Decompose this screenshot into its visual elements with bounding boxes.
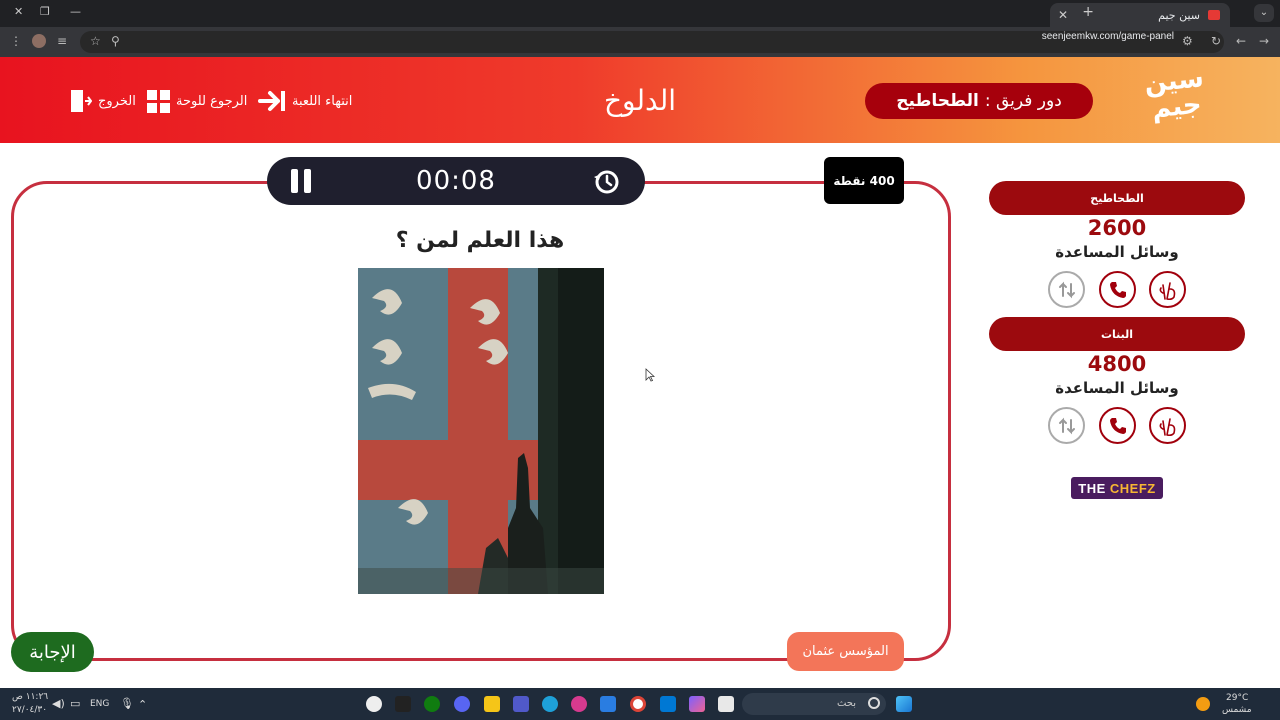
reading-list-icon[interactable]: ≡ bbox=[57, 34, 67, 48]
tab-title: سين جيم bbox=[1158, 8, 1200, 22]
edge-icon[interactable] bbox=[542, 696, 558, 712]
sponsor-logo: THE CHEFZ bbox=[1071, 477, 1163, 499]
music-icon[interactable] bbox=[571, 696, 587, 712]
password-key-icon[interactable]: ⚲ bbox=[111, 34, 120, 48]
network-icon[interactable]: ▭ bbox=[70, 697, 80, 710]
timer-value: 00:08 bbox=[416, 166, 496, 196]
url-text[interactable]: seenjeemkw.com/game-panel bbox=[1042, 31, 1174, 42]
browser-tab[interactable]: سين جيم ✕ bbox=[1050, 3, 1230, 27]
xbox-icon[interactable] bbox=[424, 696, 440, 712]
browser-menu-icon[interactable]: ⋮ bbox=[10, 34, 22, 48]
back-to-board-button[interactable]: الرجوع للوحة bbox=[147, 88, 247, 114]
timer-bar: 00:08 bbox=[267, 157, 645, 205]
reload-icon[interactable]: ↻ bbox=[1211, 34, 1221, 48]
back-to-board-label: الرجوع للوحة bbox=[176, 93, 248, 109]
turn-indicator: دور فريق : الطحاطيح bbox=[865, 83, 1093, 119]
volume-icon[interactable]: ◀) bbox=[52, 697, 65, 710]
flag-photo bbox=[358, 268, 604, 594]
teams-icon[interactable] bbox=[513, 696, 529, 712]
team-1-score: 2600 bbox=[1087, 216, 1147, 240]
team-1-aids-label: وسائل المساعدة bbox=[1055, 243, 1179, 261]
bookmark-star-icon[interactable]: ☆ bbox=[90, 34, 101, 48]
end-game-button[interactable]: انتهاء اللعبة bbox=[258, 88, 352, 114]
mouse-cursor-icon bbox=[645, 368, 655, 382]
category-title: الدلوخ bbox=[603, 84, 677, 117]
grid-icon bbox=[147, 89, 170, 113]
team-2-score: 4800 bbox=[1087, 352, 1147, 376]
team-2-aids-label: وسائل المساعدة bbox=[1055, 379, 1179, 397]
end-game-label: انتهاء اللعبة bbox=[292, 93, 353, 109]
question-image bbox=[358, 268, 604, 594]
discord-icon[interactable] bbox=[454, 696, 470, 712]
exit-label: الخروج bbox=[98, 93, 136, 109]
weather-sun-icon[interactable] bbox=[1196, 697, 1210, 711]
back-arrow-icon[interactable]: ← bbox=[1236, 34, 1246, 48]
clock-date[interactable]: ٢٧/٠٤/٣٠ bbox=[12, 705, 47, 715]
search-placeholder: بحث bbox=[836, 698, 856, 709]
site-settings-icon[interactable]: ⚙ bbox=[1182, 34, 1193, 48]
points-badge: 400 نقطة bbox=[824, 157, 904, 204]
store-icon[interactable] bbox=[600, 696, 616, 712]
chrome-icon[interactable] bbox=[630, 696, 646, 712]
folder-icon[interactable] bbox=[484, 696, 500, 712]
exit-arrow-icon bbox=[258, 91, 285, 111]
window-minimize-icon[interactable]: — bbox=[70, 5, 81, 18]
two-answers-icon[interactable] bbox=[1149, 407, 1186, 444]
file-explorer-icon[interactable] bbox=[718, 696, 734, 712]
sponsor-text-b: CHEFZ bbox=[1109, 480, 1156, 496]
team-1-name: الطحاطيح bbox=[989, 181, 1245, 215]
close-tab-icon[interactable]: ✕ bbox=[1058, 8, 1068, 22]
door-exit-icon bbox=[71, 90, 92, 112]
site-favicon-icon bbox=[1208, 10, 1220, 20]
reset-timer-icon[interactable] bbox=[593, 168, 621, 196]
phone-icon[interactable] bbox=[1099, 407, 1136, 444]
turn-team-name: الطحاطيح bbox=[896, 91, 979, 111]
answer-button[interactable]: الإجابة bbox=[11, 632, 94, 672]
weather-temp[interactable]: 29°C bbox=[1226, 693, 1248, 703]
browser-tab-bar: ⌄ سين جيم ✕ + ✕ ❐ — bbox=[0, 0, 1280, 27]
new-tab-icon[interactable]: + bbox=[1082, 4, 1094, 20]
sponsor-text-a: THE bbox=[1078, 480, 1106, 496]
window-close-icon[interactable]: ✕ bbox=[14, 5, 23, 18]
forward-arrow-icon[interactable]: → bbox=[1259, 34, 1269, 48]
search-icon bbox=[868, 697, 880, 709]
copilot-icon[interactable] bbox=[689, 696, 705, 712]
obs-icon[interactable] bbox=[366, 696, 382, 712]
clock-time[interactable]: ١١:٢٦ ص bbox=[12, 692, 48, 702]
weather-desc: مشمس bbox=[1222, 705, 1252, 715]
swap-turn-icon[interactable] bbox=[1048, 271, 1085, 308]
swap-turn-icon[interactable] bbox=[1048, 407, 1085, 444]
profile-avatar[interactable] bbox=[32, 34, 46, 48]
taskbar-search[interactable]: بحث bbox=[742, 693, 886, 715]
outlook-icon[interactable] bbox=[660, 696, 676, 712]
tab-search-icon[interactable]: ⌄ bbox=[1254, 4, 1274, 22]
language-indicator[interactable]: ENG bbox=[90, 699, 109, 709]
question-text: هذا العلم لمن ؟ bbox=[395, 228, 565, 253]
phone-icon[interactable] bbox=[1099, 271, 1136, 308]
two-answers-icon[interactable] bbox=[1149, 271, 1186, 308]
epic-games-icon[interactable] bbox=[395, 696, 411, 712]
seen-jeem-logo: سين جيم bbox=[1142, 63, 1206, 125]
turn-prefix: دور فريق : bbox=[984, 91, 1062, 111]
window-restore-icon[interactable]: ❐ bbox=[40, 5, 50, 18]
team-2-name: البنات bbox=[989, 317, 1245, 351]
windows-start-icon[interactable] bbox=[896, 696, 912, 712]
host-button[interactable]: المؤسس عثمان bbox=[787, 632, 904, 671]
exit-button[interactable]: الخروج bbox=[70, 88, 136, 114]
microphone-icon[interactable]: 🎙 bbox=[120, 697, 134, 710]
tray-chevron-icon[interactable]: ⌃ bbox=[138, 698, 147, 711]
